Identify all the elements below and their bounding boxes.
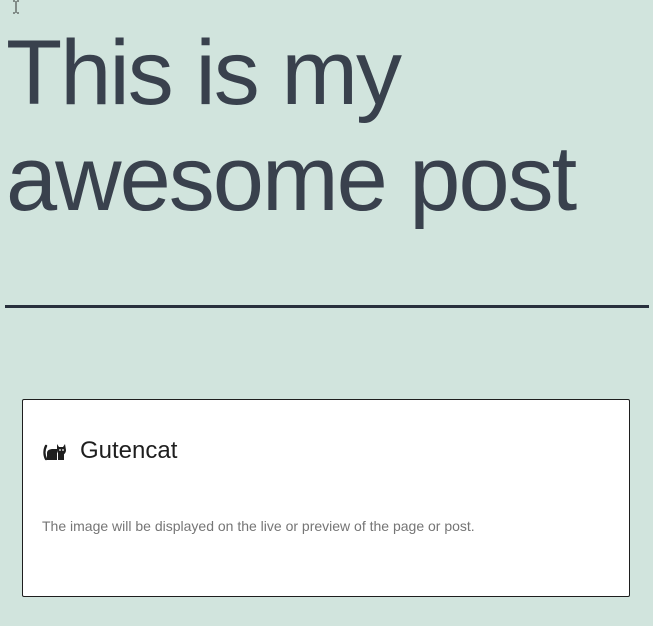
block-instructions: The image will be displayed on the live … (42, 518, 475, 534)
block-header: Gutencat (42, 437, 177, 465)
text-cursor-icon (13, 0, 19, 14)
block-title: Gutencat (80, 437, 178, 464)
separator (5, 305, 649, 308)
post-title[interactable]: This is my awesome post (6, 20, 646, 232)
gutencat-block[interactable]: Gutencat The image will be displayed on … (22, 399, 630, 597)
cat-icon (43, 444, 66, 461)
